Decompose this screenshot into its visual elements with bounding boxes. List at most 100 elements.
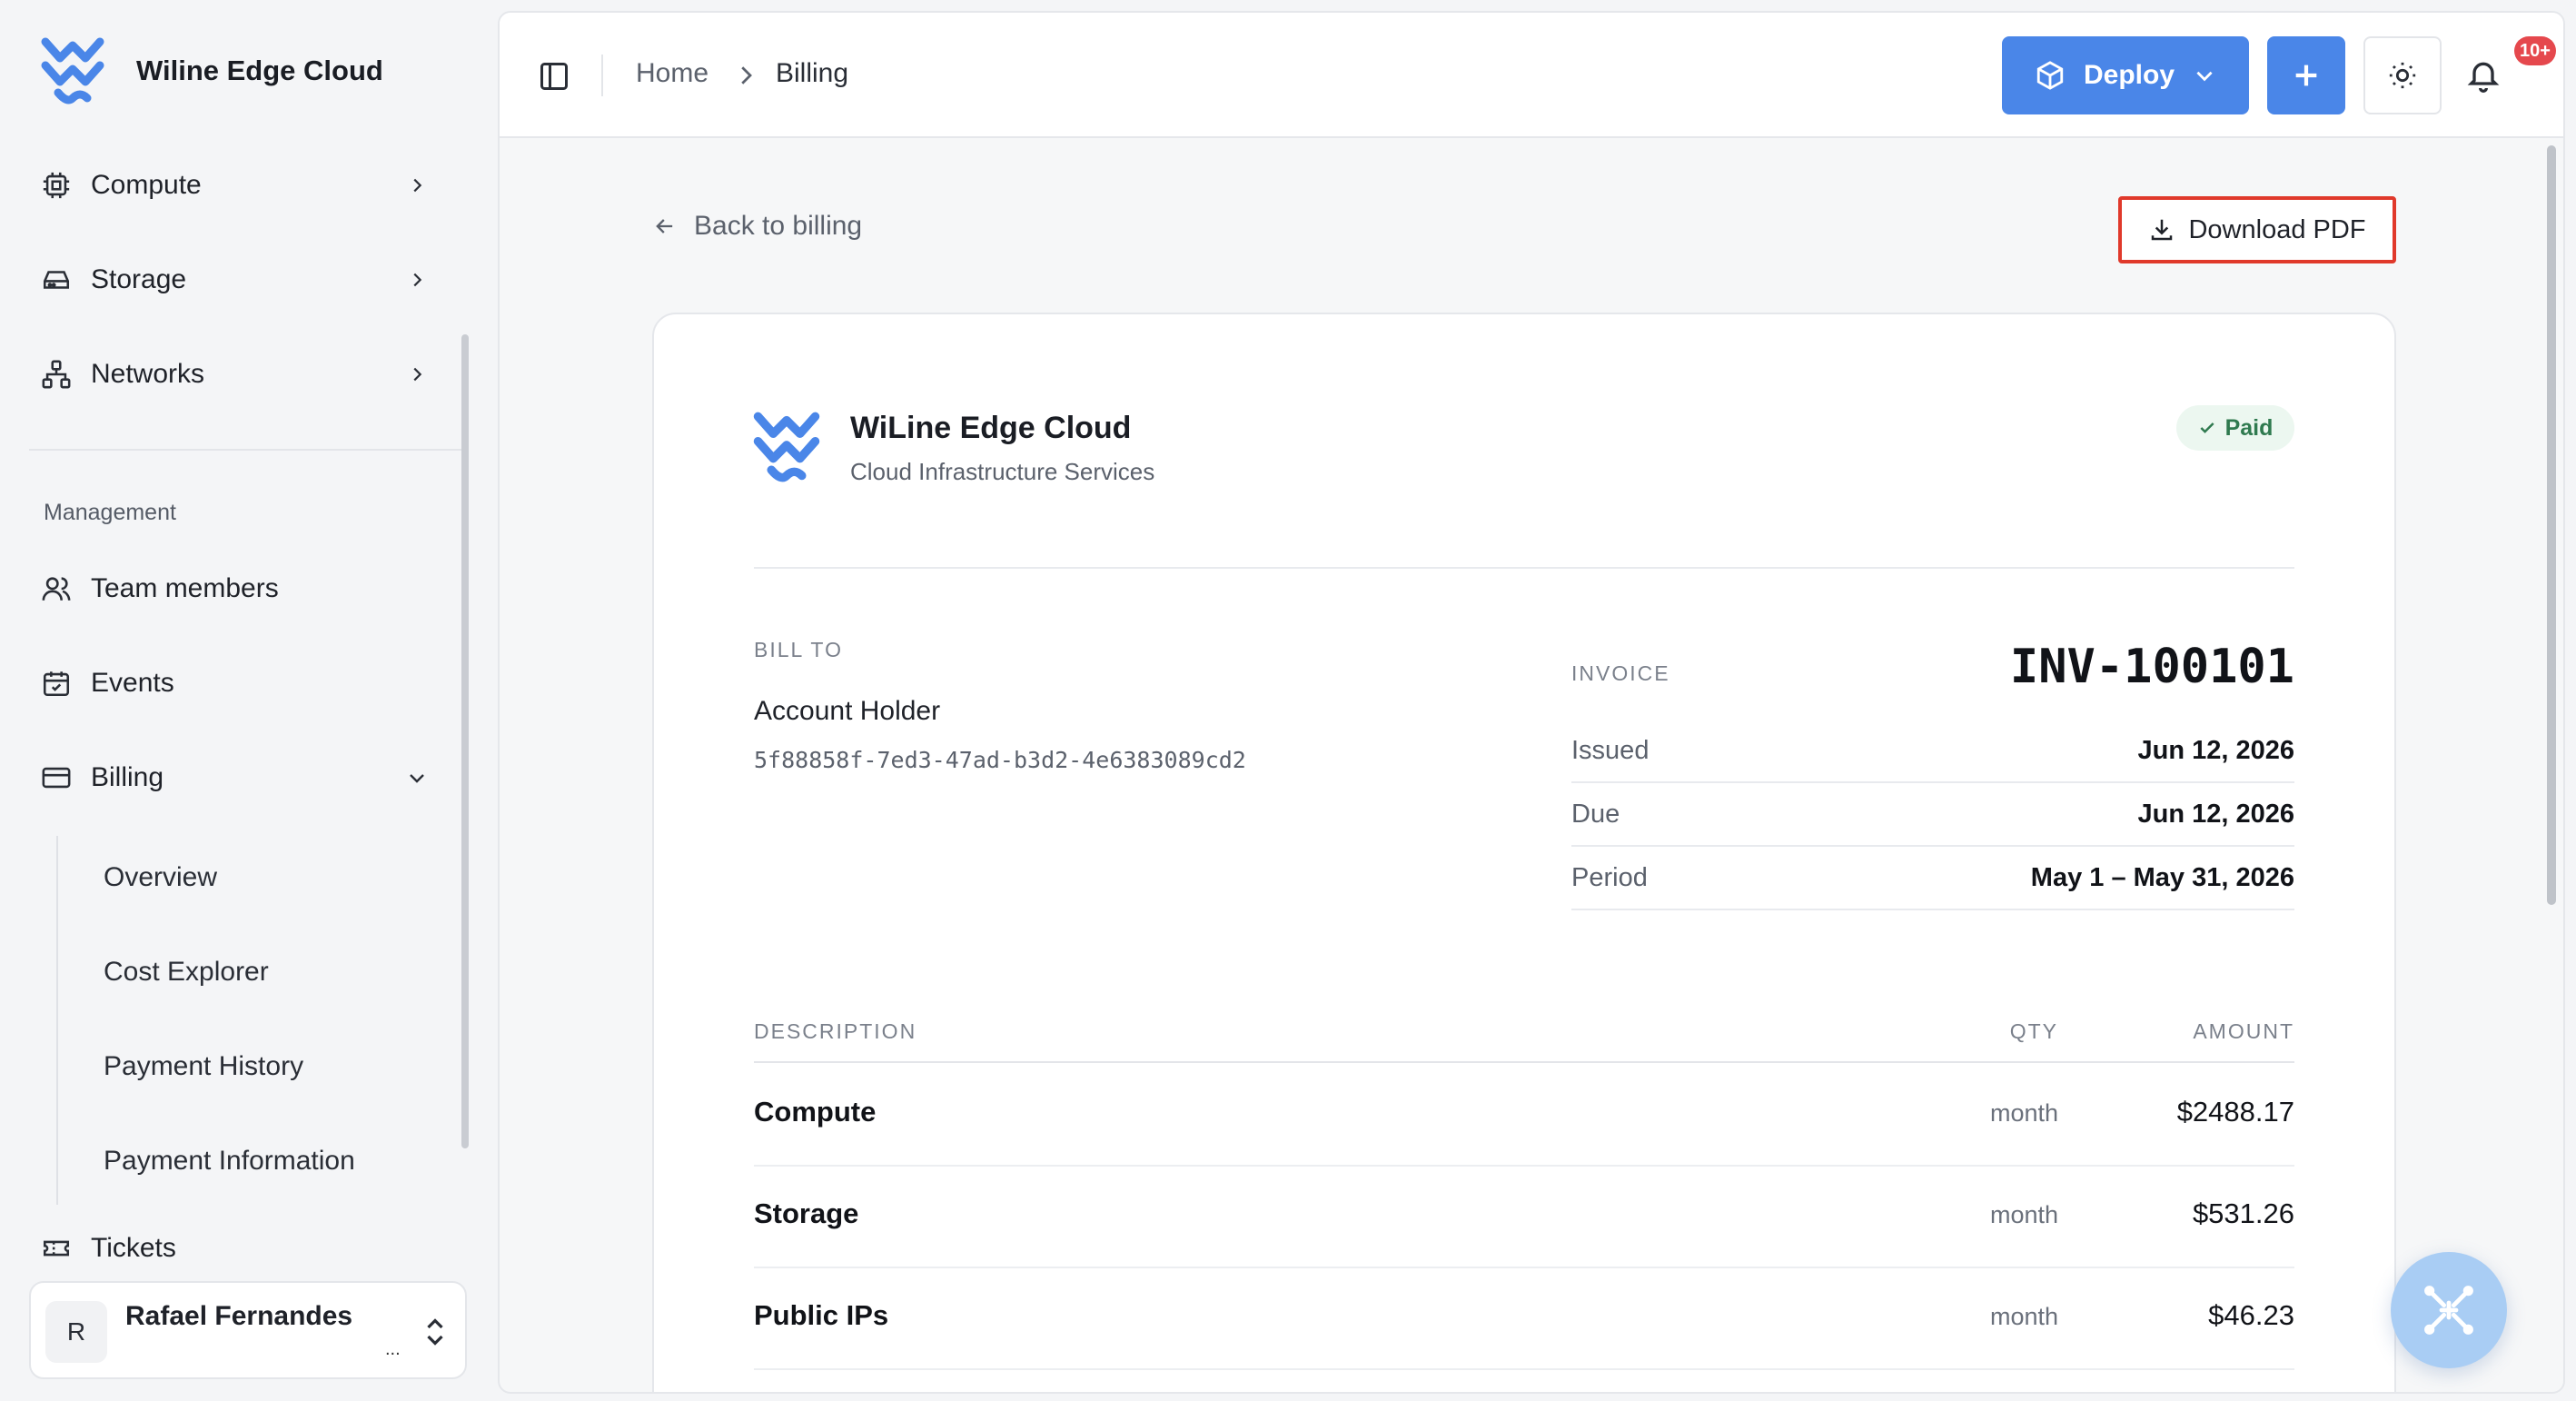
sun-icon (2389, 62, 2416, 89)
company-subtitle: Cloud Infrastructure Services (850, 458, 1155, 485)
notification-badge: 10+ (2514, 36, 2556, 65)
sidebar-item-label: Billing (91, 762, 164, 792)
wiline-logo-icon (41, 37, 104, 104)
meta-row-issued: Issued Jun 12, 2026 (1571, 720, 2294, 783)
sidebar-item-tickets[interactable]: Tickets (40, 1228, 431, 1268)
sidebar-item-events[interactable]: Events (40, 656, 431, 710)
bell-icon[interactable] (2465, 56, 2502, 93)
sidebar-item-label: Storage (91, 264, 187, 294)
meta-row-period: Period May 1 – May 31, 2026 (1571, 847, 2294, 910)
back-to-billing-link[interactable]: Back to billing (652, 211, 862, 242)
theme-toggle-button[interactable] (2363, 36, 2442, 114)
breadcrumb-home[interactable]: Home (636, 58, 708, 89)
sidebar-item-label: Team members (91, 573, 279, 603)
meta-key: Due (1571, 799, 1620, 829)
arrow-left-icon (656, 219, 673, 234)
user-menu[interactable]: R Rafael Fernandes ... (29, 1281, 467, 1379)
sidebar-item-team-members[interactable]: Team members (40, 561, 431, 616)
meta-row-due: Due Jun 12, 2026 (1571, 783, 2294, 847)
bill-to-account-id: 5f88858f-7ed3-47ad-b3d2-4e6383089cd2 (754, 747, 1246, 773)
sidebar-subitem-cost-explorer[interactable]: Cost Explorer (104, 947, 269, 998)
sidebar-scrollbar[interactable] (461, 334, 469, 1148)
check-icon (2200, 422, 2214, 433)
line-amount: $46.23 (2208, 1299, 2294, 1331)
sidebar-item-compute[interactable]: Compute (40, 158, 431, 213)
meta-value: Jun 12, 2026 (2137, 735, 2295, 765)
sidebar-toggle-icon[interactable] (538, 60, 570, 93)
chevron-down-icon (2196, 71, 2213, 82)
sidebar-subitem-payment-history[interactable]: Payment History (104, 1041, 303, 1092)
sidebar: Wiline Edge Cloud Compute Storage Networ… (0, 0, 481, 1401)
topbar: Home Billing Deploy 10+ (500, 13, 2563, 138)
status-label: Paid (2224, 414, 2274, 441)
chevron-down-icon (403, 764, 431, 791)
add-button[interactable] (2267, 36, 2345, 114)
invoice-number: INV-100101 (2009, 640, 2294, 694)
column-header-qty: QTY (2009, 1019, 2058, 1043)
line-description: Storage (754, 1197, 859, 1229)
avatar: R (45, 1301, 107, 1363)
topbar-separator (601, 55, 603, 96)
line-description: Public IPs (754, 1299, 889, 1331)
bill-to-label: BILL TO (754, 638, 843, 661)
network-icon (40, 358, 73, 391)
user-subtitle: ... (385, 1339, 401, 1359)
submenu-guide-line (56, 836, 58, 1205)
section-label-management: Management (44, 500, 176, 525)
line-amount: $531.26 (2192, 1197, 2294, 1229)
line-description: Compute (754, 1096, 877, 1128)
main-scrollbar[interactable] (2547, 145, 2556, 905)
wiline-logo-icon (753, 412, 820, 482)
sidebar-item-label: Events (91, 668, 174, 698)
brand[interactable]: Wiline Edge Cloud (40, 35, 383, 107)
deploy-button[interactable]: Deploy (2002, 36, 2249, 114)
sidebar-item-label: Networks (91, 359, 205, 389)
invoice-label: INVOICE (1571, 661, 1670, 685)
download-label: Download PDF (2188, 214, 2366, 244)
meta-value: Jun 12, 2026 (2137, 799, 2295, 829)
sidebar-item-label: Tickets (91, 1233, 176, 1263)
assistant-icon (2424, 1286, 2473, 1335)
meta-key: Period (1571, 862, 1648, 892)
download-pdf-button[interactable]: Download PDF (2118, 196, 2396, 263)
chip-icon (40, 169, 73, 202)
status-badge: Paid (2176, 405, 2294, 451)
chevrons-up-down-icon (427, 1318, 443, 1346)
credit-card-icon (40, 761, 73, 794)
meta-value: May 1 – May 31, 2026 (2030, 862, 2294, 892)
column-header-amount: AMOUNT (2193, 1019, 2294, 1043)
sidebar-item-billing[interactable]: Billing (40, 750, 431, 805)
sidebar-divider (29, 449, 461, 451)
assistant-fab-button[interactable] (2391, 1252, 2507, 1368)
main-panel: Home Billing Deploy 10+ Back to billing … (498, 11, 2565, 1394)
table-row: Compute month $2488.17 (754, 1065, 2294, 1167)
drive-icon (40, 263, 73, 296)
table-row: Public IPs month $46.23 (754, 1268, 2294, 1370)
chevron-right-icon (403, 266, 431, 293)
users-icon (40, 572, 73, 605)
back-link-label: Back to billing (694, 211, 863, 241)
column-header-description: DESCRIPTION (754, 1019, 917, 1043)
chevron-right-icon (403, 361, 431, 388)
meta-key: Issued (1571, 735, 1650, 765)
sidebar-item-storage[interactable]: Storage (40, 253, 431, 307)
deploy-label: Deploy (2083, 60, 2175, 90)
sidebar-subitem-overview[interactable]: Overview (104, 852, 217, 903)
bill-to-name: Account Holder (754, 696, 941, 726)
package-icon (2036, 61, 2064, 90)
sidebar-subitem-payment-information[interactable]: Payment Information (104, 1136, 355, 1187)
chevron-right-icon (741, 66, 752, 84)
line-qty: month (1989, 1201, 2058, 1228)
invoice-card: WiLine Edge Cloud Cloud Infrastructure S… (652, 313, 2396, 1392)
sidebar-item-networks[interactable]: Networks (40, 347, 431, 402)
breadcrumb-current: Billing (776, 58, 849, 88)
line-qty: month (1989, 1099, 2058, 1127)
ticket-icon (40, 1232, 73, 1265)
download-icon (2152, 219, 2173, 241)
chevron-right-icon (403, 172, 431, 199)
line-amount: $2488.17 (2176, 1096, 2294, 1128)
brand-name: Wiline Edge Cloud (136, 55, 383, 86)
user-name: Rafael Fernandes (125, 1301, 353, 1331)
table-row: Storage month $531.26 (754, 1167, 2294, 1268)
plus-icon (2295, 65, 2317, 86)
